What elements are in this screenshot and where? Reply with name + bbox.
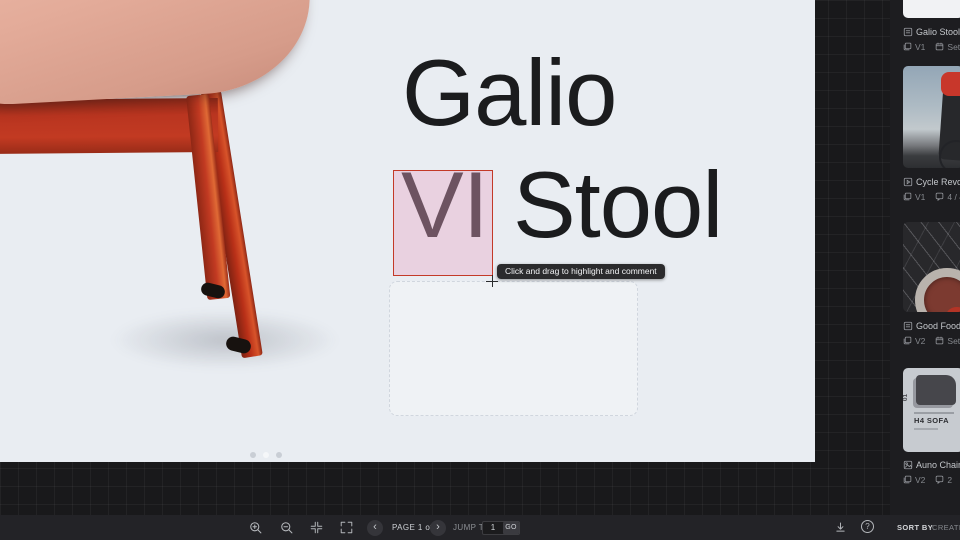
- image-file-icon: [903, 460, 913, 470]
- file-name: Cycle Revol: [916, 177, 960, 187]
- page-dot[interactable]: [276, 452, 282, 458]
- file-thumbnail-galio-stool[interactable]: [903, 0, 960, 18]
- stool-product-photo: [0, 0, 340, 420]
- document-title: Galio: [402, 44, 616, 143]
- document-subtitle-rest: Stool: [488, 152, 722, 257]
- file-thumbnail-good-food[interactable]: [903, 222, 960, 312]
- food-bowl: [915, 268, 960, 312]
- file-meta-galio-stool: V1 Set: [903, 41, 960, 52]
- fit-to-screen-button[interactable]: [307, 515, 325, 540]
- question-mark-icon: ?: [865, 522, 869, 531]
- video-file-icon: [903, 177, 913, 187]
- comment-count-label: 2: [947, 475, 952, 485]
- cyclist-red-jersey: [941, 72, 960, 96]
- previous-page-button[interactable]: ‹: [367, 520, 383, 536]
- file-thumbnail-auno-chair[interactable]: 01 H4 SOFA: [903, 368, 960, 452]
- stool-shadow: [110, 310, 340, 370]
- comment-count-icon: [935, 475, 944, 484]
- due-date-label: Set: [947, 42, 960, 52]
- page-indicator-dots[interactable]: [250, 452, 282, 458]
- document-canvas[interactable]: Galio VI Stool Click and drag to highlig…: [0, 0, 815, 462]
- version-label: V2: [915, 336, 925, 346]
- sofa-image: [916, 375, 956, 405]
- file-name: Galio Stool.: [916, 27, 960, 37]
- food-dish: [946, 307, 960, 312]
- chevron-right-icon: ›: [436, 521, 440, 533]
- bottom-toolbar: ‹ PAGE 1 of 1 › JUMP TO 1 GO ? SORT BY C…: [0, 515, 960, 540]
- pdf-file-icon: [903, 321, 913, 331]
- file-item-galio-stool[interactable]: Galio Stool.: [903, 26, 960, 38]
- due-date-label: Set: [947, 336, 960, 346]
- cursor-tooltip: Click and drag to highlight and comment: [497, 264, 665, 279]
- go-button[interactable]: GO: [503, 522, 519, 534]
- zoom-in-icon: [249, 521, 263, 535]
- calendar-icon: [935, 42, 944, 51]
- file-item-auno-chair[interactable]: Auno Chair: [903, 459, 960, 471]
- file-meta-cycle-revolution: V1 4 / 4: [903, 191, 960, 202]
- next-page-button[interactable]: ›: [430, 520, 446, 536]
- chevron-left-icon: ‹: [373, 521, 377, 533]
- jump-to-page-input[interactable]: 1: [483, 522, 503, 534]
- pdf-file-icon: [903, 27, 913, 37]
- sofa-card-number: 01: [903, 394, 909, 401]
- sofa-card-caption-line: [914, 412, 954, 414]
- file-name: Good Food: [916, 321, 960, 331]
- comment-count-label: 4 / 4: [947, 192, 960, 202]
- calendar-icon: [935, 336, 944, 345]
- comment-count-icon: [935, 192, 944, 201]
- file-item-good-food[interactable]: Good Food: [903, 320, 960, 332]
- fullscreen-button[interactable]: [337, 515, 355, 540]
- version-pages-icon: [903, 42, 912, 51]
- sort-by-label: SORT BY: [897, 523, 933, 532]
- help-button[interactable]: ?: [861, 520, 874, 533]
- version-label: V1: [915, 192, 925, 202]
- version-label: V2: [915, 475, 925, 485]
- version-label: V1: [915, 42, 925, 52]
- files-sidebar: Galio Stool. V1 Set Cycle Revol: [890, 0, 960, 515]
- file-meta-auno-chair: V2 2: [903, 474, 960, 485]
- version-pages-icon: [903, 336, 912, 345]
- sofa-card-title: H4 SOFA: [914, 416, 949, 425]
- download-button[interactable]: [831, 515, 849, 540]
- file-name: Auno Chair: [916, 460, 960, 470]
- sofa-card-subcaption-line: [914, 428, 938, 430]
- download-icon: [834, 521, 847, 534]
- jump-to-page-control: 1 GO: [482, 521, 520, 535]
- file-item-cycle-revolution[interactable]: Cycle Revol: [903, 176, 960, 188]
- zoom-out-icon: [280, 521, 294, 535]
- stool-seat-cushion: [0, 0, 315, 108]
- page-dot[interactable]: [250, 452, 256, 458]
- collapse-arrows-icon: [310, 521, 323, 534]
- version-pages-icon: [903, 192, 912, 201]
- crosshair-cursor: [486, 275, 498, 287]
- zoom-in-button[interactable]: [247, 515, 265, 540]
- page-dot-active[interactable]: [263, 452, 269, 458]
- expand-arrows-icon: [340, 521, 353, 534]
- version-pages-icon: [903, 475, 912, 484]
- stool-rail: [0, 98, 218, 154]
- zoom-out-button[interactable]: [278, 515, 296, 540]
- file-thumbnail-cycle-revolution[interactable]: [903, 66, 960, 168]
- comment-highlight-box[interactable]: [393, 170, 493, 276]
- app-window: Galio VI Stool Click and drag to highlig…: [0, 0, 960, 540]
- sort-by-value[interactable]: CREATED: [932, 523, 960, 532]
- pending-annotation-region[interactable]: [389, 281, 638, 416]
- file-meta-good-food: V2 Set: [903, 335, 960, 346]
